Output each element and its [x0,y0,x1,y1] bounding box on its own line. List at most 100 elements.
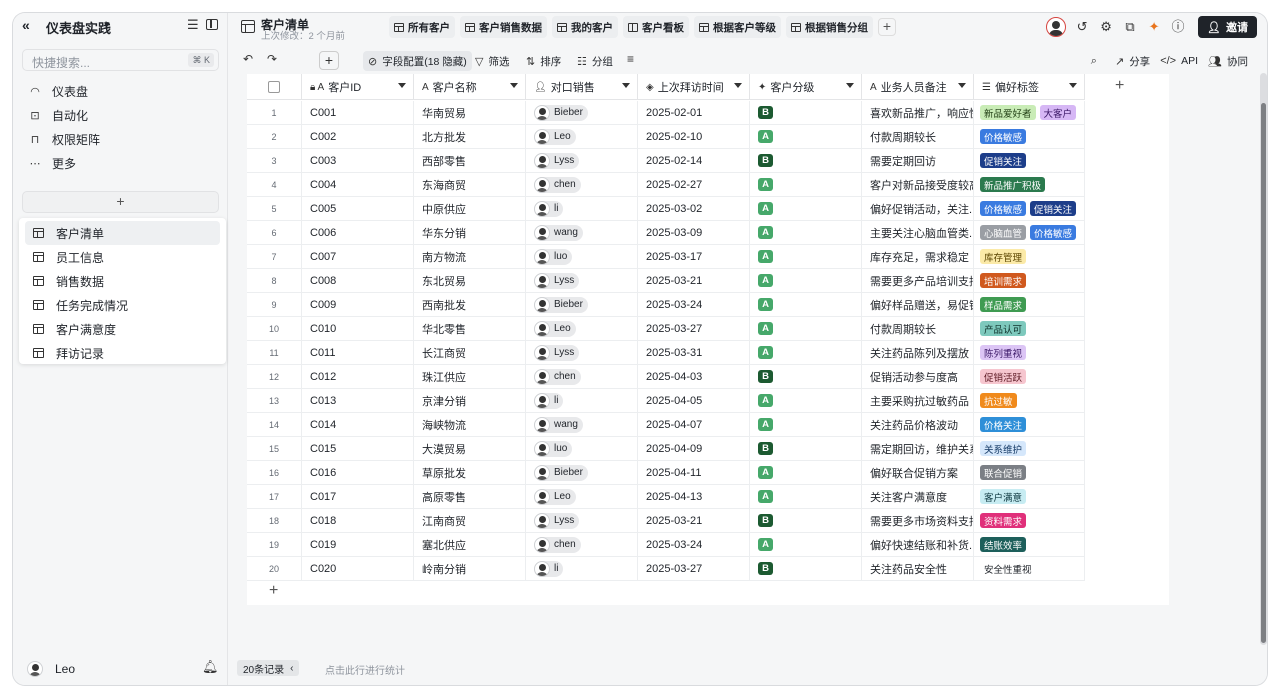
sales-rep-cell[interactable]: li [526,389,638,412]
last-visit-cell[interactable]: 2025-03-27 [638,557,750,580]
note-cell[interactable]: 喜欢新品推广，响应快 [862,101,974,124]
sales-rep-cell[interactable]: Lyss [526,269,638,292]
customer-name-cell[interactable]: 华南贸易 [414,101,526,124]
undo-icon[interactable]: ↶ [243,52,253,66]
stat-hint[interactable]: 点击此行进行统计 [325,662,405,677]
row-number-cell[interactable]: 7 [247,245,302,268]
table-row[interactable]: 2 C002 北方批发 Leo 2025-02-10 A 付款周期较长 价格敏感 [247,125,1085,149]
note-cell[interactable]: 偏好促销活动，关注... [862,197,974,220]
sales-rep-cell[interactable]: Bieber [526,461,638,484]
row-number-cell[interactable]: 2 [247,125,302,148]
page-item-visit-records[interactable]: 拜访记录 [25,341,220,365]
note-cell[interactable]: 主要关注心脑血管类... [862,221,974,244]
row-number-cell[interactable]: 1 [247,101,302,124]
grade-cell[interactable]: A [750,125,862,148]
page-item-sales-data[interactable]: 销售数据 [25,269,220,293]
vertical-scrollbar[interactable] [1260,73,1267,645]
customer-id-cell[interactable]: C018 [302,509,414,532]
table-row[interactable]: 12 C012 珠江供应 chen 2025-04-03 B 促销活动参与度高 促销活跃 [247,365,1085,389]
last-visit-cell[interactable]: 2025-02-27 [638,173,750,196]
row-number-cell[interactable]: 10 [247,317,302,340]
row-number-cell[interactable]: 17 [247,485,302,508]
search-button[interactable]: ⌕ [1086,51,1110,71]
note-cell[interactable]: 付款周期较长 [862,125,974,148]
customer-name-cell[interactable]: 南方物流 [414,245,526,268]
sales-rep-cell[interactable]: luo [526,437,638,460]
customer-id-cell[interactable]: C020 [302,557,414,580]
customer-id-cell[interactable]: C019 [302,533,414,556]
column-header[interactable]: A 客户名称 [414,74,526,100]
customer-name-cell[interactable]: 草原批发 [414,461,526,484]
customer-name-cell[interactable]: 塞北供应 [414,533,526,556]
row-number-cell[interactable]: 6 [247,221,302,244]
preference-tags-cell[interactable]: 联合促销 [974,461,1085,484]
preference-tags-cell[interactable]: 客户满意 [974,485,1085,508]
note-cell[interactable]: 偏好联合促销方案 [862,461,974,484]
tab-my-customers[interactable]: 我的客户 [552,16,618,38]
row-number-cell[interactable]: 3 [247,149,302,172]
gear-icon[interactable]: ⚙ [1094,16,1118,38]
customer-name-cell[interactable]: 大漠贸易 [414,437,526,460]
customer-name-cell[interactable]: 京津分销 [414,389,526,412]
preference-tags-cell[interactable]: 关系维护 [974,437,1085,460]
column-header[interactable]: ☰ 偏好标签 [974,74,1085,100]
note-cell[interactable]: 关注客户满意度 [862,485,974,508]
invite-button[interactable]: 👤︎ 邀请 [1198,16,1257,38]
preference-tags-cell[interactable]: 库存管理 [974,245,1085,268]
preference-tags-cell[interactable]: 价格敏感 促销关注 [974,197,1085,220]
add-page-button[interactable]: + [22,191,219,213]
sales-rep-cell[interactable]: Bieber [526,101,638,124]
grade-cell[interactable]: B [750,557,862,580]
last-visit-cell[interactable]: 2025-03-24 [638,293,750,316]
select-all-checkbox[interactable] [268,81,280,93]
customer-id-cell[interactable]: C005 [302,197,414,220]
sidebar-item-more[interactable]: ⋯ 更多 [22,151,219,175]
last-visit-cell[interactable]: 2025-03-02 [638,197,750,220]
table-row[interactable]: 3 C003 西部零售 Lyss 2025-02-14 B 需要定期回访 促销关注 [247,149,1085,173]
column-menu-caret-icon[interactable] [958,83,966,88]
sales-rep-cell[interactable]: chen [526,173,638,196]
grade-cell[interactable]: B [750,437,862,460]
table-row[interactable]: 14 C014 海峡物流 wang 2025-04-07 A 关注药品价格波动 价格关注 [247,413,1085,437]
field-config-button[interactable]: ⊘ 字段配置(18 隐藏) [363,51,472,71]
row-number-cell[interactable]: 4 [247,173,302,196]
column-menu-caret-icon[interactable] [622,83,630,88]
last-visit-cell[interactable]: 2025-03-21 [638,509,750,532]
last-visit-cell[interactable]: 2025-04-03 [638,365,750,388]
menu-icon[interactable]: ☰ [187,17,199,33]
column-header[interactable]: ✦ 客户分级 [750,74,862,100]
customer-id-cell[interactable]: C002 [302,125,414,148]
page-item-customer-list[interactable]: 客户清单 [25,221,220,245]
note-cell[interactable]: 客户对新品接受度较高 [862,173,974,196]
grade-cell[interactable]: B [750,509,862,532]
grade-cell[interactable]: A [750,533,862,556]
group-button[interactable]: ☷ 分组 [572,51,618,71]
sales-rep-cell[interactable]: Leo [526,485,638,508]
sparkle-icon[interactable]: ✦ [1142,16,1166,38]
customer-name-cell[interactable]: 西部零售 [414,149,526,172]
page-item-satisfaction[interactable]: 客户满意度 [25,317,220,341]
row-number-cell[interactable]: 11 [247,341,302,364]
last-visit-cell[interactable]: 2025-04-11 [638,461,750,484]
table-row[interactable]: 9 C009 西南批发 Bieber 2025-03-24 A 偏好样品赠送，易促销 样品需求 [247,293,1085,317]
grade-cell[interactable]: B [750,149,862,172]
quick-search-input[interactable]: 快捷搜索... ⌘ K [22,49,219,71]
row-number-cell[interactable]: 19 [247,533,302,556]
table-row[interactable]: 15 C015 大漠贸易 luo 2025-04-09 B 需定期回访，维护关系 关系维护 [247,437,1085,461]
table-row[interactable]: 18 C018 江南商贸 Lyss 2025-03-21 B 需要更多市场资料支持 资料需求 [247,509,1085,533]
row-number-cell[interactable]: 5 [247,197,302,220]
sort-button[interactable]: ⇅ 排序 [521,51,566,71]
table-row[interactable]: 11 C011 长江商贸 Lyss 2025-03-31 A 关注药品陈列及摆放 陈列重视 [247,341,1085,365]
add-view-button[interactable]: + [878,18,896,36]
table-row[interactable]: 6 C006 华东分销 wang 2025-03-09 A 主要关注心脑血管类... 心脑血管… [247,221,1085,245]
sidebar-item-automation[interactable]: ⊡ 自动化 [22,103,219,127]
preference-tags-cell[interactable]: 价格关注 [974,413,1085,436]
customer-name-cell[interactable]: 华东分销 [414,221,526,244]
customer-id-cell[interactable]: C006 [302,221,414,244]
preference-tags-cell[interactable]: 样品需求 [974,293,1085,316]
table-row[interactable]: 19 C019 塞北供应 chen 2025-03-24 A 偏好快速结账和补货... 结账效… [247,533,1085,557]
sales-rep-cell[interactable]: Lyss [526,341,638,364]
note-cell[interactable]: 偏好快速结账和补货... [862,533,974,556]
preference-tags-cell[interactable]: 心脑血管 价格敏感 [974,221,1085,244]
note-cell[interactable]: 促销活动参与度高 [862,365,974,388]
